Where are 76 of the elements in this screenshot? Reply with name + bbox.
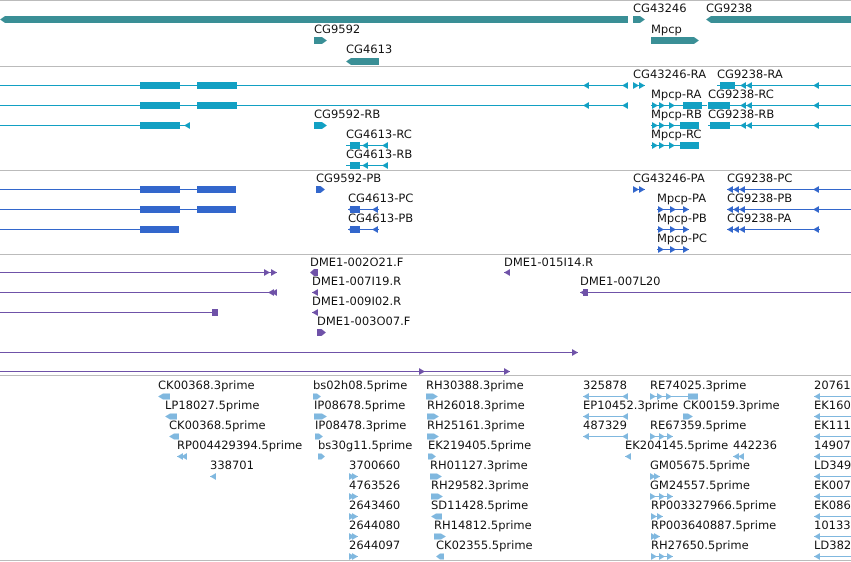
feature-label: RE74025.3prime (650, 379, 746, 392)
feature-label: 442236 (733, 439, 777, 452)
feature-label: DME1-007L20 (580, 275, 660, 288)
feature-label: bs02h08.5prime (313, 379, 408, 392)
feature-label: Mpcp-RB (651, 108, 702, 121)
feature-label: CG9238-RB (708, 108, 774, 121)
feature-label: EK007 (814, 479, 851, 492)
feature-label: Mpcp-PC (657, 232, 707, 245)
feature-label: Mpcp-PA (657, 192, 706, 205)
feature-label: CK02355.5prime (436, 539, 533, 552)
feature-label: RH27650.5prime (651, 539, 749, 552)
feature-label: CG9592-PB (316, 172, 382, 185)
feature-label: CG9238-PC (727, 172, 792, 185)
feature-label: CG43246-RA (633, 68, 706, 81)
feature-label: CG4613-PC (348, 192, 414, 205)
feature-label: 2644097 (349, 539, 400, 552)
feature-label: RH30388.3prime (426, 379, 524, 392)
feature-label: 20761 (814, 379, 851, 392)
feature-label: CG9592 (314, 23, 360, 36)
feature-label: DME1-009I02.R (312, 295, 402, 308)
feature-label: LP18027.5prime (165, 399, 260, 412)
feature-label: 10133 (814, 519, 851, 532)
feature-label: RH25161.3prime (427, 419, 525, 432)
feature-label: CK00368.3prime (158, 379, 255, 392)
feature-label: Mpcp-RA (651, 88, 702, 101)
feature-label: DME1-015I14.R (504, 256, 594, 269)
feature-label: EK086 (814, 499, 851, 512)
feature-label: CG4613-RC (346, 128, 412, 141)
feature-label: CG9592-RB (314, 108, 380, 121)
feature-label: Mpcp-RC (651, 128, 702, 141)
feature-label: LD349 (814, 459, 851, 472)
feature-label: DME1-002O21.F (310, 256, 404, 269)
feature-label: CK00368.5prime (169, 419, 266, 432)
feature-label: EK219405.5prime (428, 439, 532, 452)
feature-label: 14907 (814, 439, 851, 452)
feature-label: DME1-003O07.F (317, 315, 410, 328)
feature-label: RH14812.5prime (434, 519, 532, 532)
feature-label: RP004429394.5prime (177, 439, 302, 452)
feature-label: SD11428.5prime (431, 499, 528, 512)
feature-label: CG9238-RA (717, 68, 783, 81)
feature-label: CG9238-PB (727, 192, 792, 205)
feature-label: EK204145.5prime (625, 439, 728, 452)
feature-label: GM05675.5prime (650, 459, 750, 472)
feature-label: Mpcp (651, 23, 682, 36)
feature-label: GM24557.5prime (650, 479, 750, 492)
feature-label: 325878 (583, 379, 627, 392)
feature-label: RH26018.3prime (427, 399, 525, 412)
feature-label: EK111 (814, 419, 851, 432)
feature-label: EP10452.3prime (583, 399, 678, 412)
feature-label: 338701 (210, 459, 254, 472)
feature-label: EK160 (814, 399, 851, 412)
feature-label: IP08678.5prime (314, 399, 406, 412)
feature-label: RP003327966.5prime (651, 499, 776, 512)
feature-label: CG9238-RC (708, 88, 774, 101)
feature-label: CG9238-PA (727, 212, 792, 225)
feature-label: CG4613-PB (348, 212, 414, 225)
feature-label: CG9238 (706, 2, 752, 15)
feature-label: CG43246 (633, 2, 687, 15)
feature-label: 487329 (583, 419, 627, 432)
feature-label: RH01127.3prime (430, 459, 528, 472)
feature-label: 2644080 (349, 519, 400, 532)
feature-label: bs30g11.5prime (318, 439, 412, 452)
feature-label: IP08478.3prime (315, 419, 406, 432)
feature-label: 4763526 (349, 479, 400, 492)
feature-label: CK00159.3prime (683, 399, 780, 412)
feature-label: CG4613 (346, 43, 392, 56)
feature-label: RH29582.3prime (431, 479, 529, 492)
feature-label: CG4613-RB (346, 148, 412, 161)
feature-label: 2643460 (349, 499, 400, 512)
feature-label: LD382 (814, 539, 851, 552)
feature-label: Mpcp-PB (657, 212, 707, 225)
feature-label: RP003640887.5prime (651, 519, 776, 532)
feature-label: RE67359.5prime (650, 419, 746, 432)
feature-label: 3700660 (349, 459, 400, 472)
feature-label: DME1-007I19.R (312, 275, 402, 288)
feature-label: CG43246-PA (633, 172, 705, 185)
